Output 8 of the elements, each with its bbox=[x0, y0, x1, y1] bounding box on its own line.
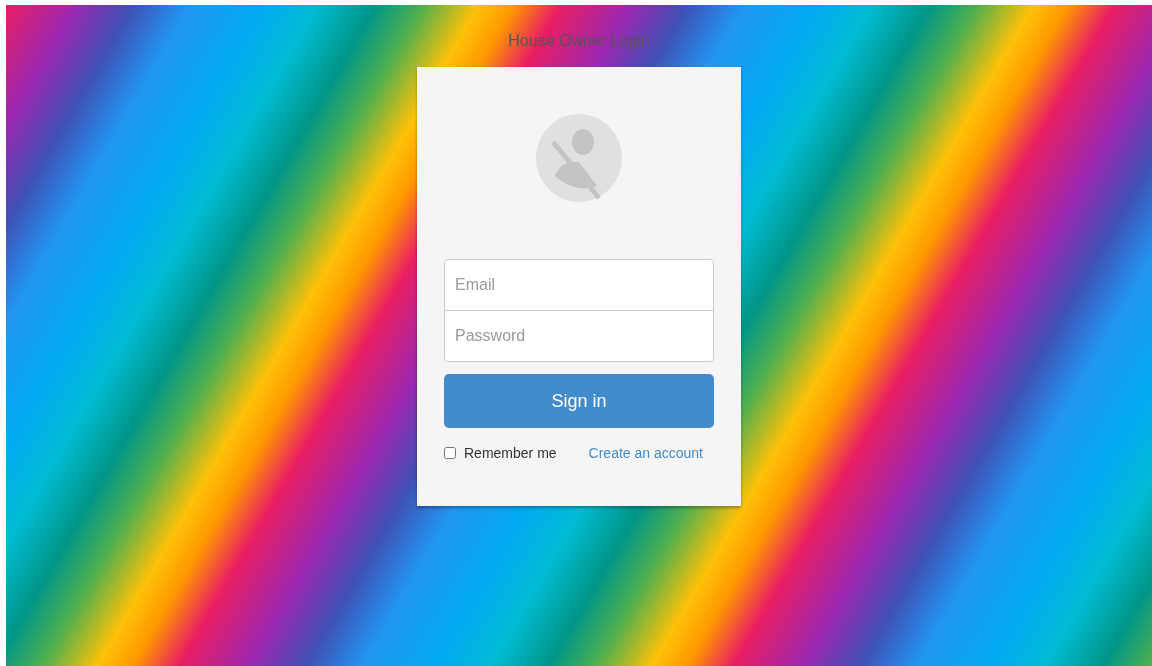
sign-in-button[interactable]: Sign in bbox=[444, 374, 714, 428]
email-field[interactable]: Email bbox=[444, 259, 714, 311]
remember-me-label: Remember me bbox=[464, 445, 557, 461]
create-account-link[interactable]: Create an account bbox=[588, 445, 703, 461]
remember-me-checkbox[interactable] bbox=[444, 447, 456, 459]
page-title: House Owner Login bbox=[508, 32, 650, 50]
avatar-placeholder-icon bbox=[535, 114, 623, 202]
password-field[interactable]: Password bbox=[444, 310, 714, 362]
